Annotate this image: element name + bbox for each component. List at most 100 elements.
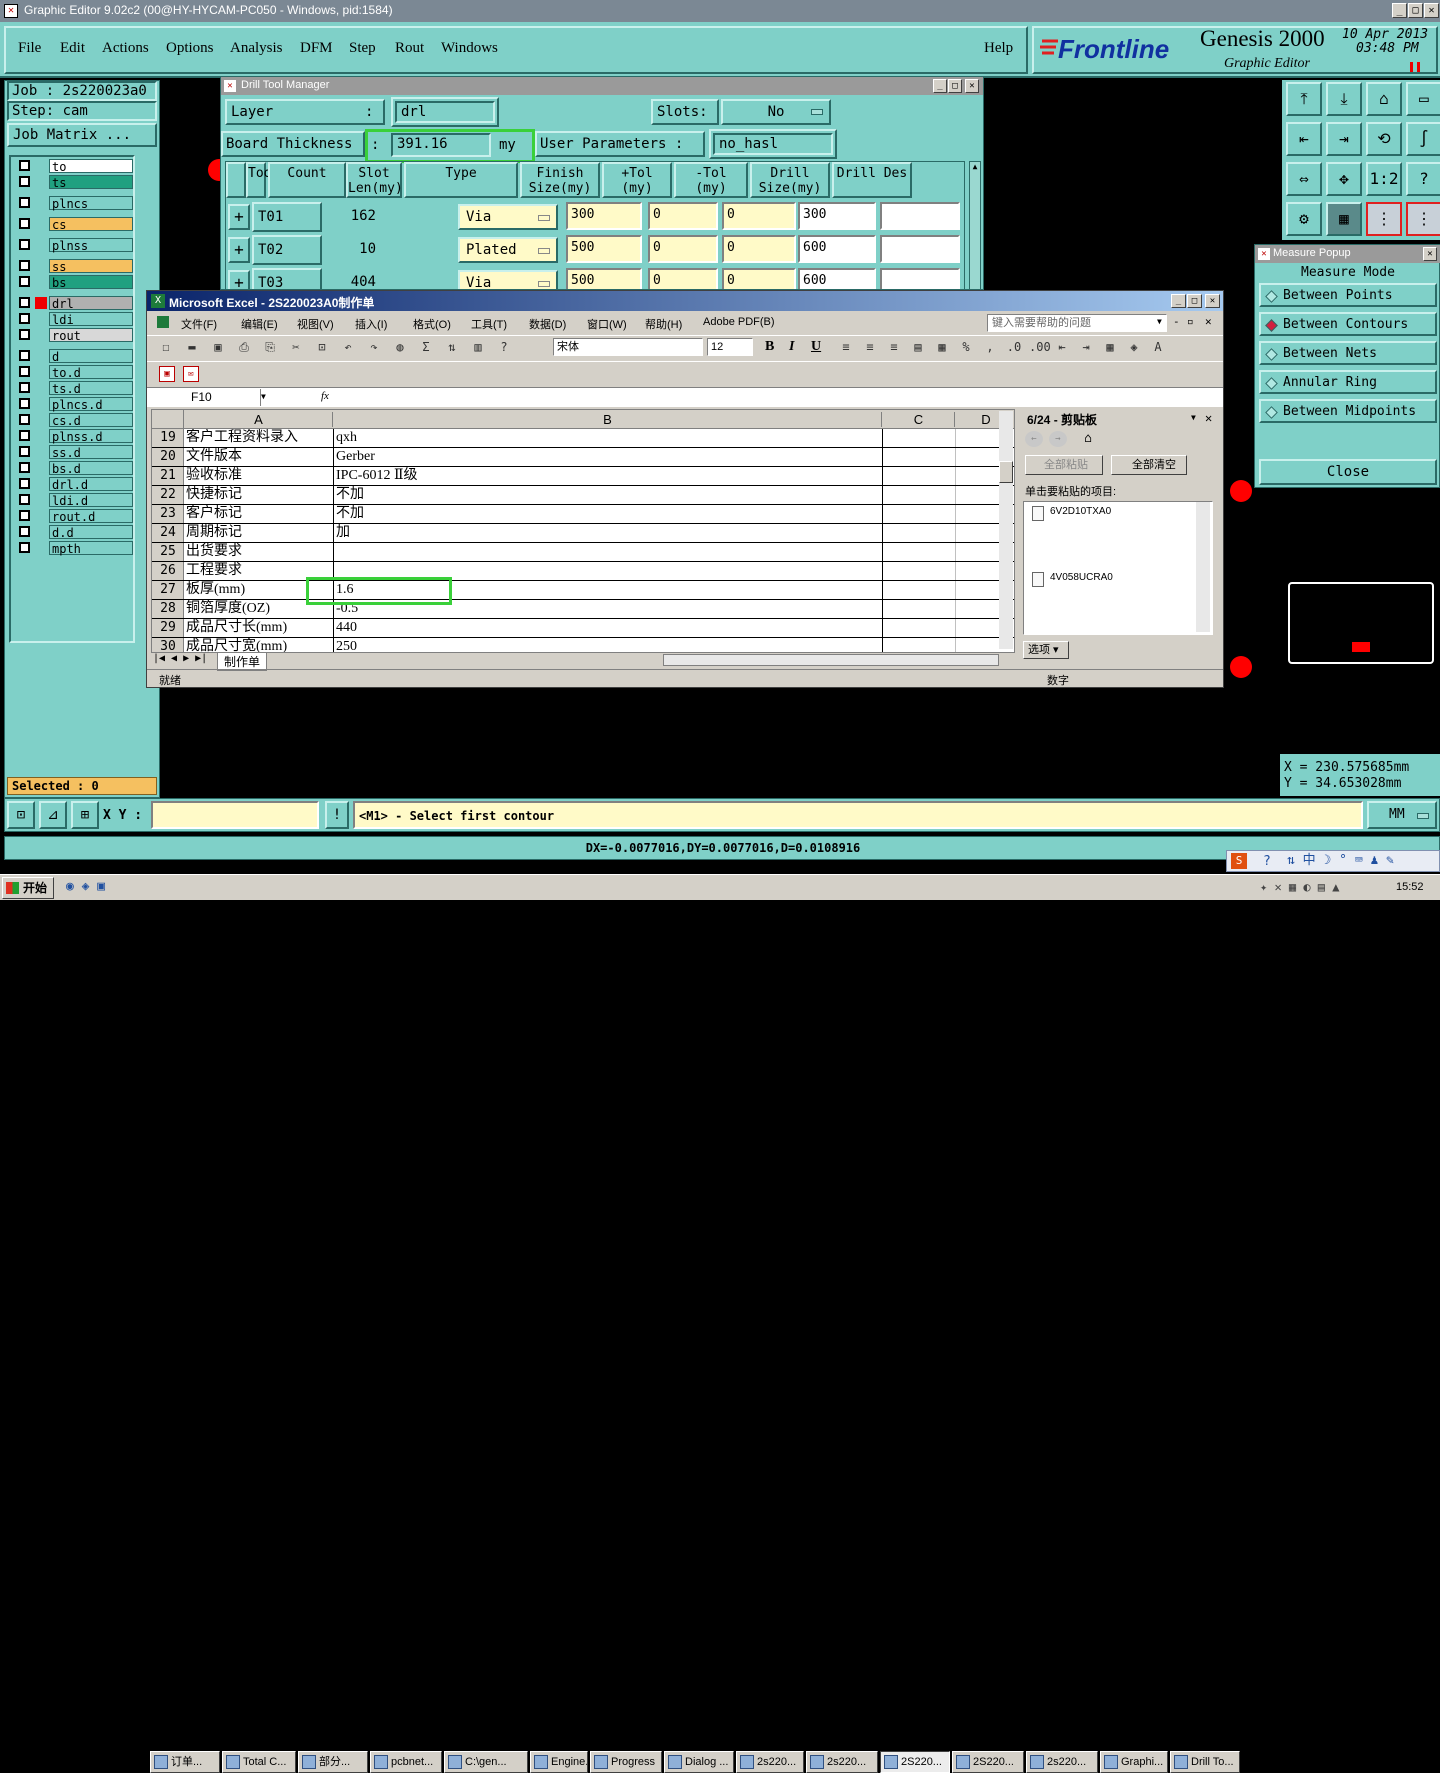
scale-icon[interactable]: 1:2 (1366, 162, 1402, 196)
excel-menu-item[interactable]: 工具(T) (471, 316, 507, 332)
cell-b[interactable]: 250 (336, 638, 876, 652)
toolbar-button[interactable]: ✂ (287, 338, 305, 356)
center-icon[interactable]: ✥ (1326, 162, 1362, 196)
taskbar-item[interactable]: 2S220... (880, 1751, 950, 1773)
font-size-select[interactable]: 12 (707, 338, 753, 356)
layer-row-drl[interactable]: drl (15, 296, 133, 311)
minus-tol-input[interactable]: 0 (722, 268, 796, 289)
home-icon[interactable]: ⌂ (1079, 431, 1097, 447)
taskbar-item[interactable]: C:\gen... (444, 1751, 528, 1773)
excel-menu-item[interactable]: 数据(D) (529, 316, 566, 332)
sheet-row[interactable]: 21 验收标准 IPC-6012 Ⅱ级 (152, 467, 1014, 486)
layer-name[interactable]: ss.d (49, 445, 133, 460)
layer-name[interactable]: d (49, 349, 133, 364)
drill-size-input[interactable]: 600 (798, 268, 876, 289)
menu-step[interactable]: Step (349, 40, 376, 57)
layer-checkbox[interactable] (19, 239, 30, 250)
help-search-input[interactable]: 键入需要帮助的问题 (987, 314, 1167, 332)
layer-name[interactable]: d.d (49, 525, 133, 540)
drill-maximize-button[interactable]: □ (948, 79, 962, 93)
layer-name[interactable]: ts.d (49, 381, 133, 396)
taskbar-item[interactable]: Drill To... (1170, 1751, 1240, 1773)
toolbar-button[interactable]: ◈ (1125, 338, 1143, 356)
toolbar-button[interactable]: A (1149, 338, 1167, 356)
tab-nav-icons[interactable]: |◀ ◀ ▶ ▶| (153, 653, 207, 664)
xy-input[interactable] (151, 801, 319, 829)
ime-icons[interactable]: ⇅ 中 ☽ ° ⌨ ♟ ✎ (1287, 851, 1394, 871)
toolbar-button[interactable]: ▥ (469, 338, 487, 356)
taskbar-item[interactable]: Graphi... (1100, 1751, 1168, 1773)
drill-des-input[interactable] (880, 268, 960, 289)
menu-windows[interactable]: Windows (441, 40, 498, 57)
board-thickness-input[interactable]: 391.16 (391, 133, 491, 157)
excel-menu-item[interactable]: 格式(O) (413, 316, 451, 332)
import-icon[interactable]: ⤒ (1286, 82, 1322, 116)
measure-option[interactable]: Between Contours (1259, 312, 1437, 336)
sheet-row[interactable]: 22 快捷标记 不加 (152, 486, 1014, 505)
layer-checkbox[interactable] (19, 350, 30, 361)
route-icon[interactable]: ∫ (1406, 122, 1440, 156)
layer-row-bs.d[interactable]: bs.d (15, 461, 133, 476)
cell-b[interactable]: 440 (336, 619, 876, 637)
toolbar-button[interactable]: ▤ (909, 338, 927, 356)
menu-rout[interactable]: Rout (395, 40, 424, 57)
excel-minimize-button[interactable]: _ (1171, 294, 1186, 308)
layer-checkbox[interactable] (19, 176, 30, 187)
toolbar-button[interactable]: % (957, 338, 975, 356)
layer-name[interactable]: rout (49, 328, 133, 343)
layer-row-ldi.d[interactable]: ldi.d (15, 493, 133, 508)
layer-name[interactable]: plnss (49, 238, 133, 253)
flip-icon[interactable]: ⟲ (1366, 122, 1402, 156)
layer-row-to.d[interactable]: to.d (15, 365, 133, 380)
select-all[interactable] (152, 410, 184, 428)
slots-dropdown[interactable]: No (721, 99, 831, 125)
cell-b[interactable]: 加 (336, 524, 876, 542)
cell-a[interactable]: 客户工程资料录入 (186, 429, 332, 447)
options-button[interactable]: 选项 ▾ (1023, 641, 1069, 659)
toolbar-button[interactable]: ⎘ (261, 338, 279, 356)
plus-tol-input[interactable]: 0 (648, 202, 718, 230)
excel-menu-item[interactable]: 编辑(E) (241, 316, 278, 332)
job-matrix-button[interactable]: Job Matrix ... (7, 123, 157, 147)
layer-row-ss[interactable]: ss (15, 259, 133, 274)
sheet-row[interactable]: 23 客户标记 不加 (152, 505, 1014, 524)
cell-b[interactable]: 不加 (336, 505, 876, 523)
layer-checkbox[interactable] (19, 329, 30, 340)
toolbar-button[interactable]: ⇤ (1053, 338, 1071, 356)
layer-name[interactable]: cs.d (49, 413, 133, 428)
maximize-button[interactable]: □ (1408, 3, 1423, 18)
cell-b[interactable]: qxh (336, 429, 876, 447)
paste-all-button[interactable]: 全部粘贴 (1025, 455, 1103, 475)
toolbar-button[interactable]: ☐ (157, 338, 175, 356)
worksheet[interactable]: A B C D 19 客户工程资料录入 qxh 20 文件版本 Gerber 21 验收标准 I… (151, 409, 1015, 653)
toolbar-button[interactable]: .0 (1005, 338, 1023, 356)
plus-tol-input[interactable]: 0 (648, 268, 718, 289)
layer-row-to[interactable]: to (15, 159, 133, 174)
help-icon[interactable]: ? (1406, 162, 1440, 196)
layer-checkbox[interactable] (19, 313, 30, 324)
drill-size-input[interactable]: 300 (798, 202, 876, 230)
menu-edit[interactable]: Edit (60, 40, 85, 57)
sheet-vscroll[interactable] (999, 411, 1013, 649)
close-button[interactable]: ✕ (1424, 3, 1439, 18)
measure-option[interactable]: Annular Ring (1259, 370, 1437, 394)
layer-checkbox[interactable] (19, 542, 30, 553)
layer-row-plnss.d[interactable]: plnss.d (15, 429, 133, 444)
grid-icon[interactable]: ⊞ (71, 801, 99, 829)
toolbar-button[interactable]: ↶ (339, 338, 357, 356)
taskbar-item[interactable]: Dialog ... (664, 1751, 734, 1773)
clipboard-scrollbar[interactable] (1196, 502, 1210, 632)
layer-checkbox[interactable] (19, 160, 30, 171)
layer-checkbox[interactable] (19, 276, 30, 287)
layer-row-ss.d[interactable]: ss.d (15, 445, 133, 460)
excel-menu-item[interactable]: 视图(V) (297, 316, 334, 332)
expand-row-icon[interactable]: + (228, 237, 250, 263)
taskbar-item[interactable]: 订单... (150, 1751, 220, 1773)
undo-icon[interactable]: ⇤ (1286, 122, 1322, 156)
layer-checkbox[interactable] (19, 197, 30, 208)
cell-a[interactable]: 出货要求 (186, 543, 332, 561)
measure-close-icon[interactable]: ✕ (1423, 247, 1437, 261)
sogou-icon[interactable]: S (1231, 853, 1247, 869)
scroll-up-icon[interactable]: ▲ (970, 162, 980, 172)
layer-name[interactable]: plnss.d (49, 429, 133, 444)
